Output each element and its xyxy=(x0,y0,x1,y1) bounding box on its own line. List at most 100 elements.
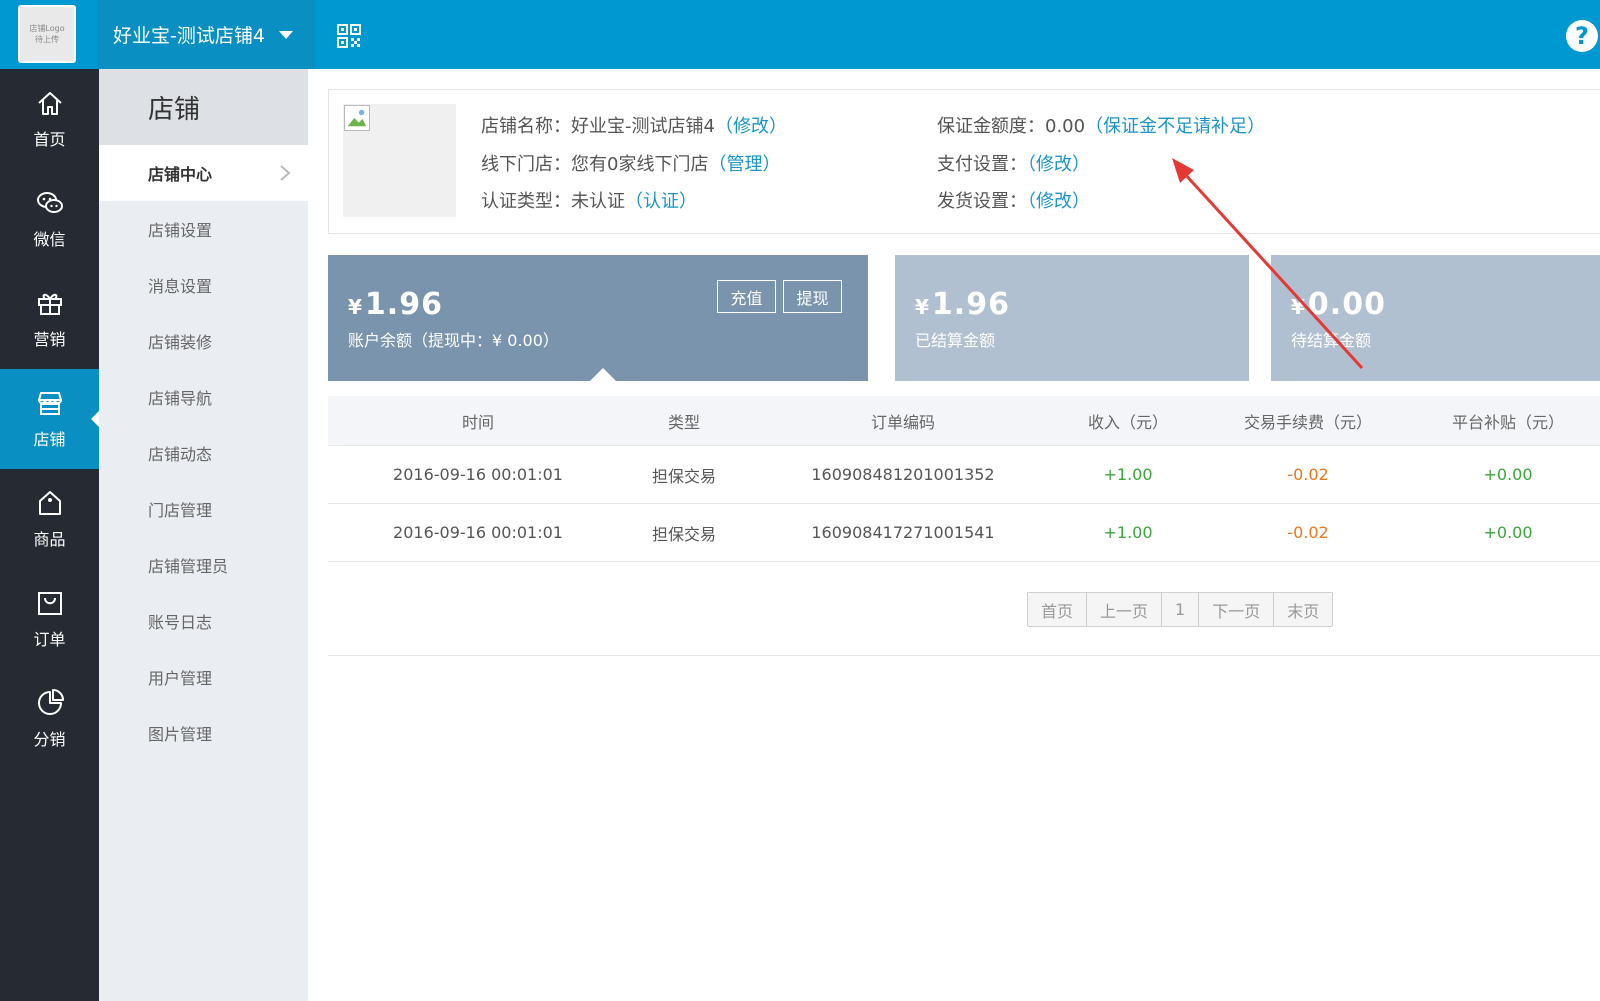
primary-sidebar: 首页 微信 营销 店铺 商品 订单 分销 xyxy=(0,69,99,1001)
certification-value: 未认证 xyxy=(571,191,625,212)
table-row[interactable]: 2016-09-16 00:01:01 担保交易 160908417271001… xyxy=(328,504,1600,562)
home-icon xyxy=(37,92,62,115)
yen-symbol: ¥ xyxy=(348,295,363,319)
column-header-income: 收入（元） xyxy=(1087,412,1168,432)
settled-amount: ¥1.96 xyxy=(915,287,1010,322)
subnav-item-label: 店铺装修 xyxy=(148,333,213,352)
pending-value: 0.00 xyxy=(1307,287,1386,322)
subnav-item-outlet-management[interactable]: 门店管理 xyxy=(99,481,308,537)
subnav-item-account-log[interactable]: 账号日志 xyxy=(99,593,308,649)
table-row[interactable]: 2016-09-16 00:01:01 担保交易 160908481201001… xyxy=(328,446,1600,504)
previous-page-button[interactable]: 上一页 xyxy=(1087,593,1163,626)
settled-amount-card[interactable]: ¥1.96 已结算金额 xyxy=(895,255,1249,381)
subnav-item-store-news[interactable]: 店铺动态 xyxy=(99,425,308,481)
withdraw-button[interactable]: 提现 xyxy=(783,280,842,313)
shipping-settings-label: 发货设置： xyxy=(937,191,1027,212)
transactions-table: 时间 类型 订单编码 收入（元） 交易手续费（元） 平台补贴（元） 2016-0… xyxy=(328,396,1600,562)
store-logo-placeholder[interactable]: 店铺Logo 待上传 xyxy=(18,5,76,63)
subnav-item-store-decoration[interactable]: 店铺装修 xyxy=(99,313,308,369)
current-page-button[interactable]: 1 xyxy=(1162,593,1200,626)
subnav-item-label: 店铺导航 xyxy=(148,389,213,408)
manage-offline-store-link[interactable]: （管理） xyxy=(708,154,780,175)
table-header: 时间 类型 订单编码 收入（元） 交易手续费（元） 平台补贴（元） xyxy=(328,396,1600,446)
first-page-button[interactable]: 首页 xyxy=(1028,593,1088,626)
nav-item-label: 店铺 xyxy=(33,430,66,449)
nav-item-distribution[interactable]: 分销 xyxy=(0,669,99,769)
nav-item-marketing[interactable]: 营销 xyxy=(0,269,99,369)
certification-row: 认证类型：未认证（认证） xyxy=(481,187,697,213)
nav-item-products[interactable]: 商品 xyxy=(0,469,99,569)
subnav-item-label: 店铺管理员 xyxy=(148,557,229,576)
settled-description: 已结算金额 xyxy=(915,331,996,350)
nav-item-home[interactable]: 首页 xyxy=(0,69,99,169)
offline-store-row: 线下门店：您有0家线下门店（管理） xyxy=(481,150,780,176)
deposit-value: 0.00 xyxy=(1045,116,1086,137)
payment-settings-row: 支付设置：（修改） xyxy=(937,150,1090,176)
cell-subsidy: +0.00 xyxy=(1483,465,1533,484)
last-page-button[interactable]: 末页 xyxy=(1274,593,1333,626)
nav-item-label: 订单 xyxy=(33,630,66,649)
column-header-order-number: 订单编码 xyxy=(870,412,935,432)
cell-order-number: 160908481201001352 xyxy=(811,465,995,484)
subnav-item-user-management[interactable]: 用户管理 xyxy=(99,649,308,705)
nav-item-label: 微信 xyxy=(33,230,66,249)
section-title: 店铺 xyxy=(99,69,308,145)
broken-image-icon xyxy=(344,105,370,131)
offline-store-label: 线下门店： xyxy=(481,154,571,175)
content-divider xyxy=(328,655,1600,656)
edit-store-name-link[interactable]: （修改） xyxy=(715,116,787,137)
product-tag-icon xyxy=(38,491,61,515)
cell-type: 担保交易 xyxy=(651,524,716,544)
cell-time: 2016-09-16 00:01:01 xyxy=(393,465,563,484)
subnav-item-label: 图片管理 xyxy=(148,725,213,744)
qr-code-icon[interactable] xyxy=(337,24,361,48)
subnav-item-label: 用户管理 xyxy=(148,669,213,688)
main-content: 店铺名称：好业宝-测试店铺4（修改） 线下门店：您有0家线下门店（管理） 认证类… xyxy=(308,69,1600,1001)
cell-income: +1.00 xyxy=(1103,465,1153,484)
pending-description: 待结算金额 xyxy=(1291,331,1372,350)
store-switcher[interactable]: 好业宝-测试店铺4 xyxy=(97,0,315,69)
next-page-button[interactable]: 下一页 xyxy=(1199,593,1275,626)
nav-item-label: 营销 xyxy=(33,330,66,349)
account-balance-card[interactable]: ¥1.96 账户余额（提现中：¥ 0.00） 充值 提现 xyxy=(328,255,868,381)
logo-text-line2: 待上传 xyxy=(35,35,59,44)
column-header-subsidy: 平台补贴（元） xyxy=(1451,412,1564,432)
edit-payment-settings-link[interactable]: （修改） xyxy=(1027,154,1090,175)
nav-item-orders[interactable]: 订单 xyxy=(0,569,99,669)
cell-subsidy: +0.00 xyxy=(1483,523,1533,542)
replenish-deposit-link[interactable]: （保证金不足请补足） xyxy=(1085,116,1265,137)
deposit-row: 保证金额度：0.00（保证金不足请补足） xyxy=(937,112,1265,138)
subnav-item-store-settings[interactable]: 店铺设置 xyxy=(99,201,308,257)
cell-fee: -0.02 xyxy=(1287,523,1329,542)
edit-shipping-settings-link[interactable]: （修改） xyxy=(1027,191,1090,212)
subnav-item-store-navigation[interactable]: 店铺导航 xyxy=(99,369,308,425)
nav-item-label: 商品 xyxy=(33,530,66,549)
subnav-item-store-center[interactable]: 店铺中心 xyxy=(99,145,308,201)
certify-link[interactable]: （认证） xyxy=(625,191,697,212)
cell-income: +1.00 xyxy=(1103,523,1153,542)
certification-label: 认证类型： xyxy=(481,191,571,212)
yen-symbol: ¥ xyxy=(1291,295,1306,319)
subnav-item-image-management[interactable]: 图片管理 xyxy=(99,705,308,761)
subnav-item-label: 账号日志 xyxy=(148,613,213,632)
store-name-label: 店铺名称： xyxy=(481,116,571,137)
recharge-button[interactable]: 充值 xyxy=(717,280,776,313)
yen-symbol: ¥ xyxy=(915,295,930,319)
subnav-item-label: 店铺动态 xyxy=(148,445,213,464)
help-icon[interactable]: ? xyxy=(1566,20,1598,52)
nav-item-store[interactable]: 店铺 xyxy=(0,369,99,469)
wechat-icon xyxy=(36,192,63,213)
cell-fee: -0.02 xyxy=(1287,465,1329,484)
subnav-item-store-admins[interactable]: 店铺管理员 xyxy=(99,537,308,593)
pie-chart-icon xyxy=(37,689,64,715)
top-bar: 店铺Logo 待上传 好业宝-测试店铺4 ? xyxy=(0,0,1600,69)
pending-amount-card[interactable]: ¥0.00 待结算金额 xyxy=(1271,255,1600,381)
column-header-time: 时间 xyxy=(461,412,494,432)
column-header-fee: 交易手续费（元） xyxy=(1243,412,1372,432)
subnav-item-message-settings[interactable]: 消息设置 xyxy=(99,257,308,313)
nav-item-wechat[interactable]: 微信 xyxy=(0,169,99,269)
subnav-item-label: 门店管理 xyxy=(148,501,213,520)
balance-amount: ¥1.96 xyxy=(348,287,443,322)
subnav-item-label: 店铺设置 xyxy=(148,221,213,240)
secondary-sidebar: 店铺 店铺中心 店铺设置 消息设置 店铺装修 店铺导航 店铺动态 门店管理 店铺… xyxy=(99,69,308,1001)
